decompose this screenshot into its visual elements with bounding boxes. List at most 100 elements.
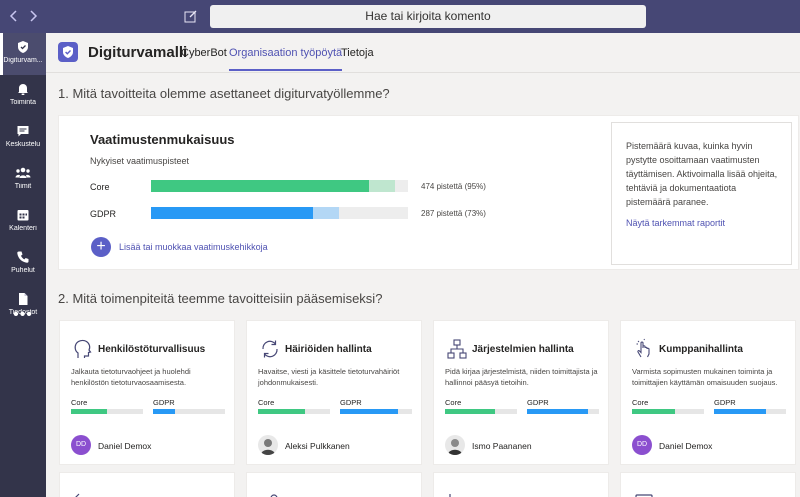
gdpr-compliance-bar <box>151 207 408 219</box>
section2-question: 2. Mitä toimenpiteitä teemme tavoitteisi… <box>58 291 383 306</box>
tab-tietoja[interactable]: Tietoja <box>341 47 374 59</box>
card-row2-1[interactable] <box>59 472 235 497</box>
card-row2-2[interactable] <box>246 472 422 497</box>
rail-item-label: Tiimit <box>14 183 32 190</box>
link-icon <box>270 494 278 497</box>
rail-item-keskustelu[interactable]: Keskustelu <box>0 117 46 159</box>
card-title: Kumppanihallinta <box>659 344 743 355</box>
gdpr-mini-bar <box>714 409 786 414</box>
gdpr-label: GDPR <box>153 398 175 407</box>
active-tab-underline <box>229 69 343 71</box>
card-jarjestelmien-hallinta[interactable]: Järjestelmien hallinta Pidä kirjaa järje… <box>433 320 609 465</box>
avatar <box>258 435 278 455</box>
core-mini-fill <box>445 409 496 414</box>
gdpr-bar-fill <box>151 207 313 219</box>
shield-app-icon <box>18 41 28 53</box>
info-text: Pistemäärä kuvaa, kuinka hyvin pystytte … <box>626 141 778 207</box>
forward-icon[interactable] <box>26 8 40 24</box>
rail-item-label: Digiturvam... <box>3 57 43 64</box>
rail-item-label: Toiminta <box>9 99 37 106</box>
card-row2-4[interactable] <box>620 472 796 497</box>
card-kumppanihallinta[interactable]: Kumppanihallinta Varmista sopimusten muk… <box>620 320 796 465</box>
more-apps-button[interactable]: ••• <box>0 306 46 324</box>
gdpr-mini-fill <box>714 409 766 414</box>
core-compliance-bar <box>151 180 408 192</box>
owner-name: Ismo Paananen <box>472 441 532 451</box>
owner-name: Daniel Demox <box>98 441 152 451</box>
info-box: Pistemäärä kuvaa, kuinka hyvin pystytte … <box>611 122 792 265</box>
add-framework-button[interactable]: + <box>91 237 111 257</box>
owner-name: Aleksi Pulkkanen <box>285 441 350 451</box>
flow-icon <box>449 494 451 497</box>
owner-name: Daniel Demox <box>659 441 713 451</box>
files-icon <box>19 293 28 305</box>
core-mini-bar <box>632 409 704 414</box>
rail-item-label: Kalenteri <box>9 225 37 232</box>
avatar: DD <box>71 435 91 455</box>
card-description: Jalkauta tietoturvaohjeet ja huolehdi he… <box>71 367 191 387</box>
gdpr-mini-bar <box>340 409 412 414</box>
gdpr-mini-fill <box>527 409 589 414</box>
add-framework-link[interactable]: Lisää tai muokkaa vaatimuskehikkoja <box>119 242 268 252</box>
main-content: Digiturvamalli CyberBot Organisaation ty… <box>46 33 800 497</box>
core-label: Core <box>632 398 649 407</box>
core-label: Core <box>258 398 275 407</box>
search-input[interactable]: Hae tai kirjoita komento <box>210 5 646 28</box>
card-description: Havaitse, viesti ja käsittele tietoturva… <box>258 367 400 387</box>
arrow-back-icon <box>75 493 80 497</box>
bell-icon <box>18 84 28 95</box>
app-logo <box>58 42 78 62</box>
core-mini-bar <box>445 409 517 414</box>
calendar-icon <box>17 210 29 221</box>
rail-item-tiimit[interactable]: Tiimit <box>0 159 46 201</box>
compliance-subtitle: Nykyiset vaatimuspisteet <box>90 156 190 166</box>
touch-hand-icon <box>633 338 655 360</box>
section1-question: 1. Mitä tavoitteita olemme asettaneet di… <box>58 86 390 101</box>
gdpr-label: GDPR <box>527 398 549 407</box>
rail-item-label: Keskustelu <box>5 141 41 148</box>
person-head-icon <box>72 338 94 360</box>
gdpr-mini-fill <box>153 409 175 414</box>
phone-icon <box>17 251 29 263</box>
card-title: Häiriöiden hallinta <box>285 344 372 355</box>
core-score: 474 pistettä (95%) <box>421 182 486 191</box>
gdpr-label: GDPR <box>714 398 736 407</box>
core-mini-fill <box>71 409 107 414</box>
tab-cyberbot[interactable]: CyberBot <box>181 47 227 59</box>
chat-icon <box>17 126 29 137</box>
card-row2-3[interactable] <box>433 472 609 497</box>
back-icon[interactable] <box>7 8 21 24</box>
app-header: Digiturvamalli CyberBot Organisaation ty… <box>46 33 800 73</box>
card-henkilostoturvallisuus[interactable]: Henkilöstöturvallisuus Jalkauta tietotur… <box>59 320 235 465</box>
gdpr-mini-bar <box>153 409 225 414</box>
rail-item-digiturvamalli[interactable]: Digiturvam... <box>0 33 46 75</box>
title-bar: Hae tai kirjoita komento <box>0 0 800 33</box>
teams-icon <box>15 167 31 178</box>
core-mini-fill <box>632 409 676 414</box>
compliance-panel: Vaatimustenmukaisuus Nykyiset vaatimuspi… <box>58 115 799 270</box>
card-hairioiden-hallinta[interactable]: Häiriöiden hallinta Havaitse, viesti ja … <box>246 320 422 465</box>
gdpr-score: 287 pistettä (73%) <box>421 209 486 218</box>
compliance-title: Vaatimustenmukaisuus <box>90 132 235 147</box>
tab-organisaation-tyopoyta[interactable]: Organisaation työpöytä <box>229 47 343 71</box>
core-bar-label: Core <box>90 182 110 192</box>
gdpr-mini-bar <box>527 409 599 414</box>
app-name: Digiturvamalli <box>88 44 188 61</box>
avatar: DD <box>632 435 652 455</box>
window-icon <box>635 494 653 497</box>
gdpr-mini-fill <box>340 409 398 414</box>
core-mini-bar <box>258 409 330 414</box>
plus-icon: + <box>96 238 106 255</box>
hierarchy-icon <box>446 338 468 360</box>
avatar <box>445 435 465 455</box>
rail-item-kalenteri[interactable]: Kalenteri <box>0 201 46 243</box>
detailed-reports-link[interactable]: Näytä tarkemmat raportit <box>626 218 725 228</box>
core-mini-fill <box>258 409 305 414</box>
rail-item-toiminta[interactable]: Toiminta <box>0 75 46 117</box>
card-description: Pidä kirjaa järjestelmistä, niiden toimi… <box>445 367 598 387</box>
card-description: Varmista sopimusten mukainen toiminta ja… <box>632 367 778 387</box>
compose-icon[interactable] <box>184 9 198 23</box>
refresh-icon <box>259 338 281 360</box>
rail-item-puhelut[interactable]: Puhelut <box>0 243 46 285</box>
core-bar-fill <box>151 180 370 192</box>
